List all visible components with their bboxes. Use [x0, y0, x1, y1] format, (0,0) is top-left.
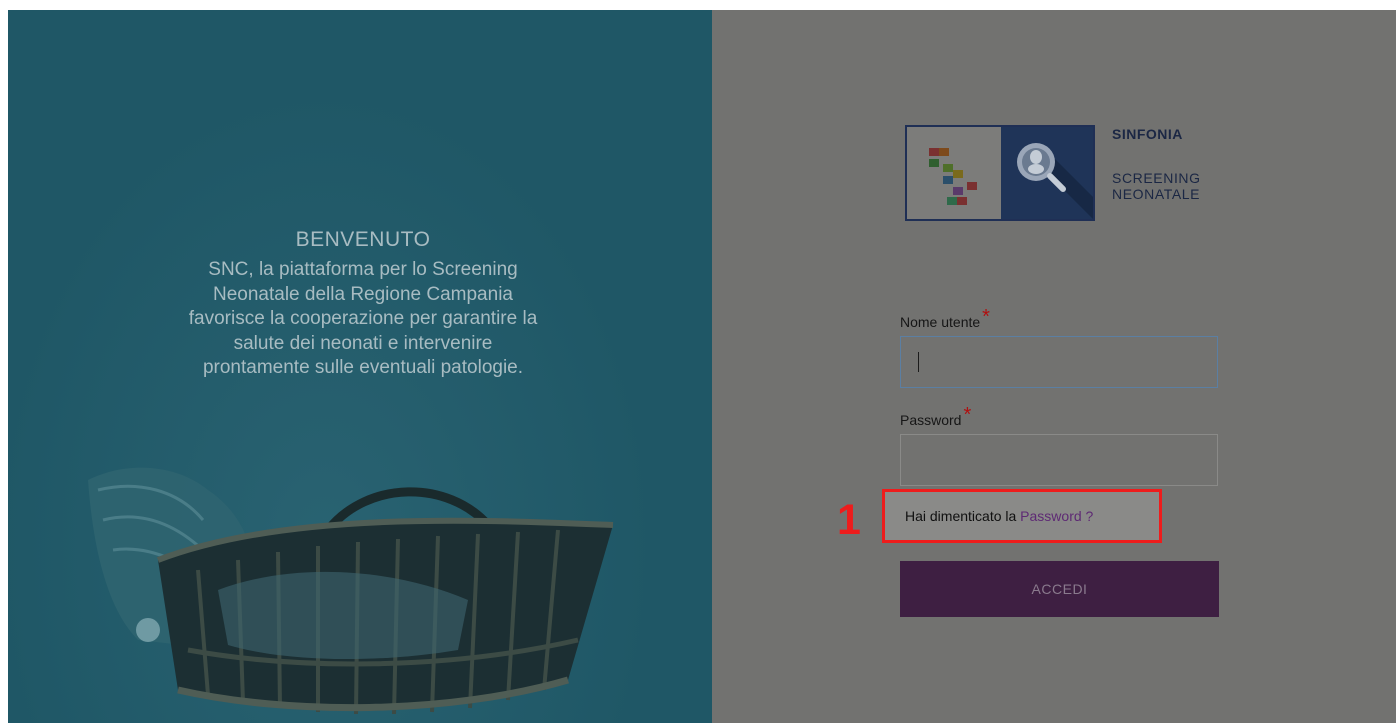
- login-page: BENVENUTO SNC, la piattaforma per lo Scr…: [8, 10, 1396, 723]
- welcome-line: SNC, la piattaforma per lo Screening: [208, 259, 518, 280]
- password-input[interactable]: [900, 434, 1218, 486]
- brand-subtitle-line: NEONATALE: [1112, 186, 1201, 202]
- welcome-line: prontamente sulle eventuali patologie.: [202, 357, 524, 378]
- welcome-line: Neonatale della Regione Campania: [213, 283, 513, 305]
- forgot-password-highlight: Hai dimenticato la Password ?: [882, 489, 1162, 543]
- username-label: Nome utente *: [900, 306, 990, 333]
- brand-subtitle-line: SCREENING: [1112, 170, 1201, 186]
- login-button[interactable]: ACCEDI: [900, 561, 1219, 617]
- magnifier-baby-icon: [1001, 127, 1093, 219]
- welcome-description: SNC, la piattaforma per lo Screening Neo…: [88, 258, 638, 381]
- required-asterisk: *: [982, 306, 990, 328]
- welcome-title: BENVENUTO: [295, 228, 431, 251]
- baby-basket-illustration: [88, 467, 614, 715]
- forgot-password-text: Hai dimenticato la Password ?: [905, 508, 1093, 524]
- welcome-line: favorisce la cooperazione per garantire …: [188, 308, 538, 329]
- brand-text: SINFONIA SCREENING NEONATALE: [1112, 126, 1201, 202]
- top-border: [0, 0, 1398, 10]
- username-input[interactable]: [900, 336, 1218, 388]
- password-label-text: Password: [900, 412, 962, 428]
- step-number-annotation: 1: [837, 496, 861, 544]
- brand-name: SINFONIA: [1112, 126, 1183, 142]
- welcome-text-block: BENVENUTO SNC, la piattaforma per lo Scr…: [88, 228, 638, 381]
- password-label: Password *: [900, 404, 971, 431]
- sinfonia-blocks-logo: [907, 127, 1001, 219]
- forgot-password-link[interactable]: Password ?: [1020, 508, 1093, 524]
- sinfonia-logo: [905, 125, 1095, 221]
- welcome-line: salute dei neonati e intervenire: [233, 332, 493, 354]
- forgot-password-prefix: Hai dimenticato la: [905, 508, 1021, 524]
- welcome-panel: BENVENUTO SNC, la piattaforma per lo Scr…: [8, 10, 712, 723]
- brand-subtitle: SCREENING NEONATALE: [1112, 170, 1201, 202]
- text-caret: [918, 352, 919, 372]
- required-asterisk: *: [963, 404, 972, 426]
- username-label-text: Nome utente: [900, 314, 981, 330]
- login-panel: SINFONIA SCREENING NEONATALE Nome utente…: [712, 10, 1396, 723]
